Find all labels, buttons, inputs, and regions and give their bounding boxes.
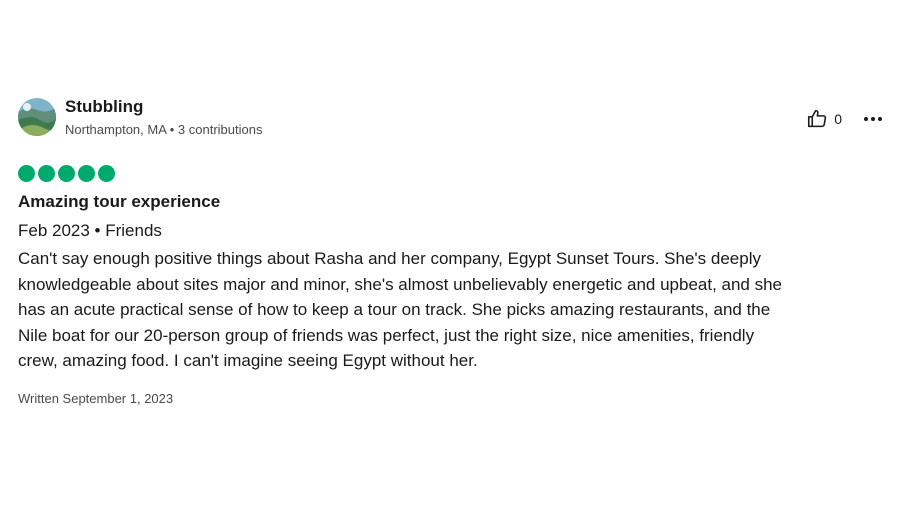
trip-info: Feb 2023 • Friends: [18, 221, 162, 240]
landscape-avatar-icon: [18, 98, 56, 136]
like-count: 0: [834, 110, 842, 127]
review-body-line: Can't say enough positive things about R…: [18, 249, 761, 268]
username[interactable]: Stubbling: [65, 96, 262, 118]
review-body-line: Nile boat for our 20-person group of fri…: [18, 325, 755, 345]
review-title[interactable]: Amazing tour experience: [18, 190, 884, 214]
review-body: Can't say enough positive things about R…: [18, 246, 884, 374]
user-avatar[interactable]: [18, 98, 56, 136]
more-options-icon[interactable]: [864, 116, 882, 121]
disclaimer-text-cut-off: [18, 413, 884, 421]
rating-bubble-icon: [18, 165, 35, 182]
review-header: Stubbling Northampton, MA • 3 contributi…: [18, 96, 884, 140]
review-card: Stubbling Northampton, MA • 3 contributi…: [18, 96, 884, 421]
helpful-vote-button[interactable]: 0: [807, 108, 842, 129]
rating-bubble-icon: [78, 165, 95, 182]
rating-bubble-icon: [38, 165, 55, 182]
rating-bubble-icon: [98, 165, 115, 182]
user-info: Stubbling Northampton, MA • 3 contributi…: [65, 96, 262, 139]
user-meta: Northampton, MA • 3 contributions: [65, 122, 263, 137]
written-date: Written September 1, 2023: [18, 390, 174, 406]
review-body-line: crew, amazing food. I can't imagine seei…: [18, 351, 478, 370]
review-actions: 0: [807, 108, 882, 129]
review-body-line: knowledgeable about sites major and mino…: [18, 274, 783, 294]
review-body-line: has an acute practical sense of how to k…: [18, 300, 771, 319]
rating-bubbles: [18, 165, 884, 182]
rating-bubble-icon: [58, 165, 75, 182]
thumbs-up-icon: [808, 109, 827, 128]
